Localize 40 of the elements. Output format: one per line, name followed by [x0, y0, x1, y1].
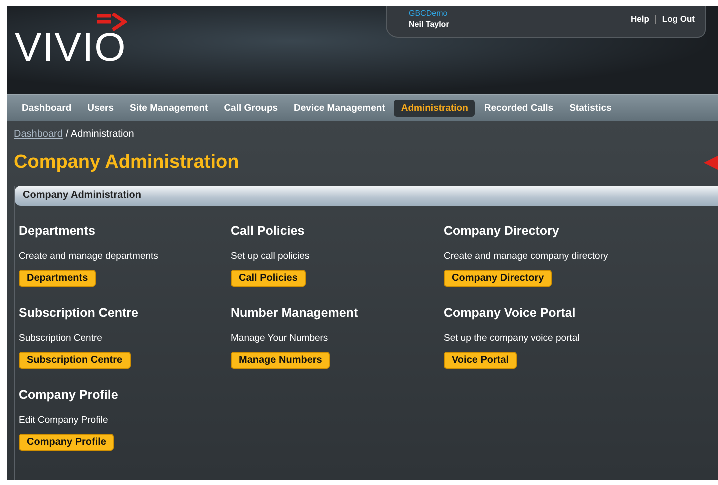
section-description: Edit Company Profile [19, 415, 108, 426]
nav-tab[interactable]: Device Management [287, 100, 392, 116]
nav-tab[interactable]: Site Management [123, 100, 216, 116]
section-button[interactable]: Company Profile [19, 434, 114, 451]
section-description: Set up the company voice portal [444, 333, 580, 344]
section-description: Create and manage company directory [444, 251, 608, 262]
section-heading: Call Policies [231, 224, 305, 238]
user-name: Neil Taylor [409, 19, 450, 30]
section-heading: Number Management [231, 306, 358, 320]
section-heading: Departments [19, 224, 96, 238]
header-link[interactable]: Log Out [662, 14, 695, 24]
nav-tab[interactable]: Call Groups [217, 100, 286, 116]
section-description: Manage Your Numbers [231, 333, 328, 344]
section-button[interactable]: Call Policies [231, 270, 306, 287]
triangle-icon [704, 156, 718, 170]
section-button[interactable]: Subscription Centre [19, 352, 131, 369]
section-description: Create and manage departments [19, 251, 158, 262]
header-link[interactable]: Help [631, 14, 650, 24]
breadcrumb-link[interactable]: Dashboard [14, 129, 63, 140]
section-heading: Company Voice Portal [444, 306, 576, 320]
nav-tab[interactable]: Dashboard [15, 100, 79, 116]
section-heading: Subscription Centre [19, 306, 138, 320]
section-description: Subscription Centre [19, 333, 102, 344]
section-button[interactable]: Company Directory [444, 270, 552, 287]
section-heading: Company Directory [444, 224, 560, 238]
logo-text: VIVIO [15, 28, 127, 68]
nav-tab[interactable]: Administration [394, 100, 476, 116]
company-name: GBCDemo [409, 8, 449, 19]
breadcrumb-current: / Administration [66, 129, 134, 140]
nav-tab[interactable]: Recorded Calls [477, 100, 561, 116]
section-button[interactable]: Departments [19, 270, 96, 287]
nav-tab[interactable]: Users [80, 100, 122, 116]
section-button[interactable]: Voice Portal [444, 352, 518, 369]
arrow-icon [97, 13, 127, 31]
section-heading: Company Profile [19, 388, 118, 402]
panel-title: Company Administration [15, 186, 718, 206]
nav-tab[interactable]: Statistics [562, 100, 619, 116]
page-title: Company Administration [14, 152, 240, 174]
section-description: Set up call policies [231, 251, 310, 262]
section-button[interactable]: Manage Numbers [231, 352, 330, 369]
